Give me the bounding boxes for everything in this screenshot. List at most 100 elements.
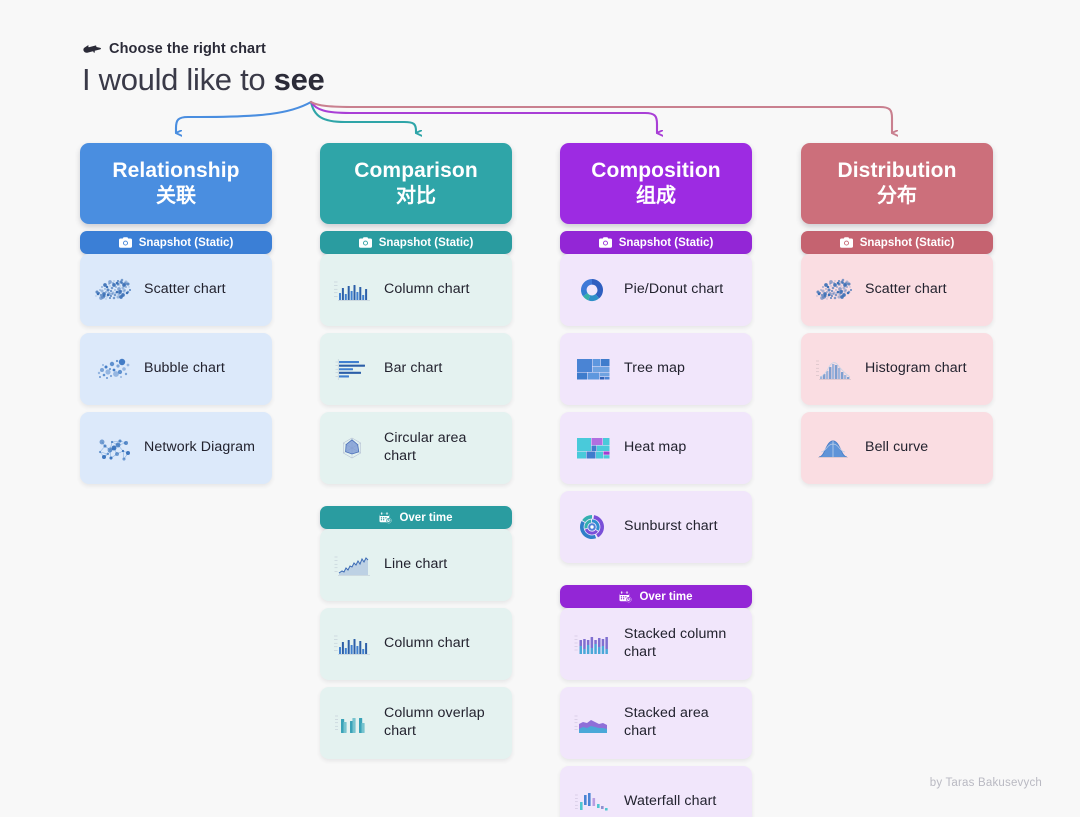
chart-item[interactable]: Pie/Donut chart (560, 254, 752, 327)
chart-item-label: Histogram chart (865, 360, 967, 377)
category-title: Comparison (354, 159, 478, 182)
chart-item-label: Pie/Donut chart (624, 281, 724, 298)
bell-curve-icon (811, 431, 855, 465)
chart-item[interactable]: Circular area chart (320, 412, 512, 485)
connector-arrows (174, 100, 1080, 160)
category-header-composition[interactable]: Composition 组成 (560, 143, 752, 225)
chart-item-label: Column chart (384, 635, 470, 652)
waterfall-chart-icon (570, 785, 614, 817)
histogram-chart-icon (811, 352, 855, 386)
group-composition-1: Over time Stacked column chart Stacked are… (560, 585, 752, 817)
category-title: Distribution (837, 159, 957, 182)
category-column-distribution: Distribution 分布 Snapshot (Static) Scatter c… (801, 143, 993, 491)
group-distribution-0: Snapshot (Static) Scatter chart Histogram … (801, 231, 993, 485)
group-badge-label: Over time (639, 590, 693, 603)
group-badge[interactable]: Over time (560, 585, 752, 609)
chart-item-label: Bar chart (384, 360, 443, 377)
sunburst-chart-icon (570, 510, 614, 544)
stacked-area-chart-icon (570, 706, 614, 740)
category-header-comparison[interactable]: Comparison 对比 (320, 143, 512, 225)
group-comparison-1: Over time Line chart Column chart Column ov… (320, 506, 512, 760)
pie-donut-chart-icon (570, 273, 614, 307)
column-overlap-chart-icon (330, 706, 374, 740)
chart-item-label: Tree map (624, 360, 685, 377)
chart-item[interactable]: Histogram chart (801, 333, 993, 406)
chart-item[interactable]: Scatter chart (80, 254, 272, 327)
group-badge-label: Over time (399, 511, 453, 524)
chart-item[interactable]: Column chart (320, 608, 512, 681)
calendar-clock-icon (619, 590, 632, 603)
chart-item[interactable]: Bell curve (801, 412, 993, 485)
bubble-chart-icon (90, 352, 134, 386)
category-subtitle: 组成 (636, 185, 676, 208)
chart-item-label: Column overlap chart (384, 705, 485, 740)
group-comparison-0: Snapshot (Static) Column chart Bar chart Ci… (320, 231, 512, 485)
circular-area-chart-icon (330, 431, 374, 465)
chart-item-label: Column chart (384, 281, 470, 298)
chart-item-label: Bell curve (865, 439, 929, 456)
heat-map-icon (570, 431, 614, 465)
chart-item[interactable]: Network Diagram (80, 412, 272, 485)
category-header-distribution[interactable]: Distribution 分布 (801, 143, 993, 225)
chart-item-label: Network Diagram (144, 439, 256, 456)
line-chart-icon (330, 548, 374, 582)
arrow-to-relationship (174, 100, 313, 133)
category-subtitle: 关联 (156, 185, 196, 208)
chart-item-label: Sunburst chart (624, 518, 718, 535)
group-badge[interactable]: Snapshot (Static) (801, 231, 993, 255)
scatter-chart-icon (811, 273, 855, 307)
category-subtitle: 分布 (877, 185, 917, 208)
chart-item-label: Circular area chart (384, 430, 467, 465)
chart-item[interactable]: Sunburst chart (560, 491, 752, 564)
category-subtitle: 对比 (396, 185, 436, 208)
chart-item[interactable]: Stacked column chart (560, 608, 752, 681)
chart-item-label: Scatter chart (865, 281, 947, 298)
group-relationship-0: Snapshot (Static) Scatter chart Bubble cha… (80, 231, 272, 485)
chart-item[interactable]: Line chart (320, 529, 512, 602)
network-diagram-icon (90, 431, 134, 465)
chart-item[interactable]: Heat map (560, 412, 752, 485)
column-chart-icon (330, 627, 374, 661)
group-badge-label: Snapshot (Static) (138, 236, 234, 249)
chart-item[interactable]: Bar chart (320, 333, 512, 406)
category-column-relationship: Relationship 关联 Snapshot (Static) Scatter c… (80, 143, 272, 491)
chart-item[interactable]: Tree map (560, 333, 752, 406)
arrow-to-distribution (309, 100, 892, 133)
group-badge-label: Snapshot (Static) (378, 236, 474, 249)
group-composition-0: Snapshot (Static) Pie/Donut chart Tree ma… (560, 231, 752, 564)
category-column-composition: Composition 组成 Snapshot (Static) Pie/Donut … (560, 143, 752, 817)
category-title: Composition (591, 159, 721, 182)
credit: by Taras Bakusevych (929, 777, 1042, 789)
calendar-clock-icon (379, 511, 392, 524)
group-badge-label: Snapshot (Static) (618, 236, 714, 249)
chart-item-label: Stacked area chart (624, 705, 709, 740)
camera-icon (839, 237, 853, 248)
chart-item[interactable]: Column overlap chart (320, 687, 512, 760)
chart-item[interactable]: Bubble chart (80, 333, 272, 406)
chart-item-label: Scatter chart (144, 281, 226, 298)
group-badge-label: Snapshot (Static) (859, 236, 955, 249)
camera-icon (358, 237, 372, 248)
chart-item[interactable]: Scatter chart (801, 254, 993, 327)
camera-icon (118, 237, 132, 248)
chart-item-label: Waterfall chart (624, 793, 717, 810)
chart-item-label: Bubble chart (144, 360, 225, 377)
bar-chart-icon (330, 352, 374, 386)
chart-item[interactable]: Column chart (320, 254, 512, 327)
chart-item-label: Stacked column chart (624, 626, 727, 661)
tree-map-icon (570, 352, 614, 386)
chart-item[interactable]: Waterfall chart (560, 766, 752, 817)
chart-item-label: Heat map (624, 439, 687, 456)
chart-item[interactable]: Stacked area chart (560, 687, 752, 760)
group-badge[interactable]: Over time (320, 506, 512, 530)
category-header-relationship[interactable]: Relationship 关联 (80, 143, 272, 225)
infographic-canvas: Choose the right chart I would like to s… (0, 0, 1080, 817)
chart-item-label: Line chart (384, 556, 448, 573)
group-badge[interactable]: Snapshot (Static) (320, 231, 512, 255)
category-column-comparison: Comparison 对比 Snapshot (Static) Column char… (320, 143, 512, 766)
category-title: Relationship (112, 159, 240, 182)
camera-icon (598, 237, 612, 248)
scatter-chart-icon (90, 273, 134, 307)
group-badge[interactable]: Snapshot (Static) (560, 231, 752, 255)
group-badge[interactable]: Snapshot (Static) (80, 231, 272, 255)
